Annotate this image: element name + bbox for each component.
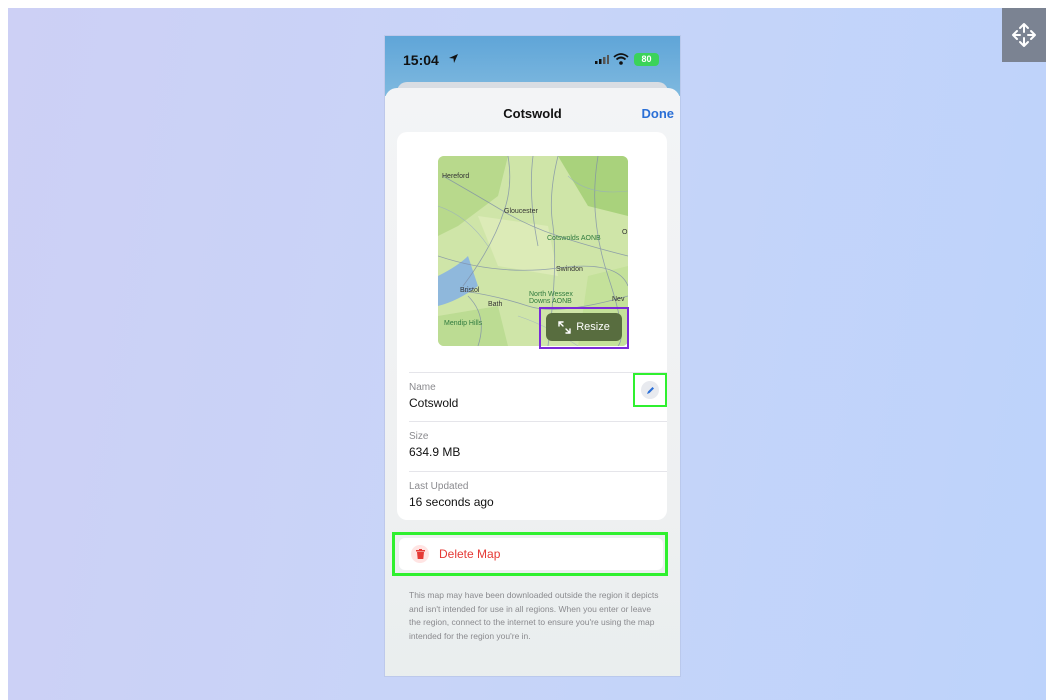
edit-name-button[interactable] <box>641 381 659 399</box>
edit-highlight <box>633 373 667 407</box>
resize-button[interactable]: Resize <box>546 313 622 341</box>
trash-icon-wrap <box>411 545 429 563</box>
location-arrow-icon <box>449 54 458 63</box>
delete-map-button[interactable]: Delete Map <box>399 538 663 570</box>
status-time: 15:04 <box>403 52 439 68</box>
battery-icon: 80 <box>634 53 659 66</box>
map-label-hereford: Hereford <box>442 173 470 180</box>
trash-icon <box>415 549 425 559</box>
resize-arrows-icon <box>558 320 571 334</box>
map-label-gloucester: Gloucester <box>504 208 538 215</box>
resize-highlight: Resize <box>539 307 629 349</box>
wifi-icon <box>613 53 629 65</box>
disclaimer-text: This map may have been downloaded outsid… <box>409 590 659 641</box>
updated-row: Last Updated 16 seconds ago <box>409 481 655 509</box>
background: 15:04 80 Cotswold Done Hereford Gloucest… <box>8 8 1046 700</box>
size-value: 634.9 MB <box>409 445 461 459</box>
size-row: Size 634.9 MB <box>409 431 655 459</box>
map-label-cotswolds-aonb: Cotswolds AONB <box>547 235 601 242</box>
map-label-bath: Bath <box>488 301 503 308</box>
move-arrows-icon <box>1012 23 1036 47</box>
name-value: Cotswold <box>409 396 459 410</box>
map-info-card: Hereford Gloucester Cotswolds AONB O Swi… <box>397 132 667 520</box>
pencil-icon <box>646 386 654 394</box>
map-detail-sheet: Cotswold Done Hereford Gloucester Cotswo… <box>385 88 680 676</box>
sheet-title: Cotswold <box>503 106 562 121</box>
map-label-north-wessex: North Wessex Downs AONB <box>529 291 573 305</box>
signal-icon <box>595 55 609 64</box>
delete-map-label: Delete Map <box>439 547 501 561</box>
phone-screen: 15:04 80 Cotswold Done Hereford Gloucest… <box>385 36 680 676</box>
move-control[interactable] <box>1002 8 1046 62</box>
resize-label: Resize <box>576 321 610 333</box>
divider <box>409 471 667 472</box>
map-label-nev: Nev <box>612 296 625 303</box>
divider <box>409 421 667 422</box>
divider <box>409 372 667 373</box>
name-label: Name <box>409 382 436 393</box>
updated-value: 16 seconds ago <box>409 495 494 509</box>
size-label: Size <box>409 431 429 442</box>
updated-label: Last Updated <box>409 481 469 492</box>
map-label-mendip-hills: Mendip Hills <box>444 320 483 327</box>
done-button[interactable]: Done <box>642 106 675 121</box>
delete-highlight: Delete Map <box>392 532 668 576</box>
map-label-bristol: Bristol <box>460 287 480 294</box>
map-label-swindon: Swindon <box>556 266 583 273</box>
map-label-o: O <box>622 229 628 236</box>
name-row: Name Cotswold <box>409 382 655 410</box>
